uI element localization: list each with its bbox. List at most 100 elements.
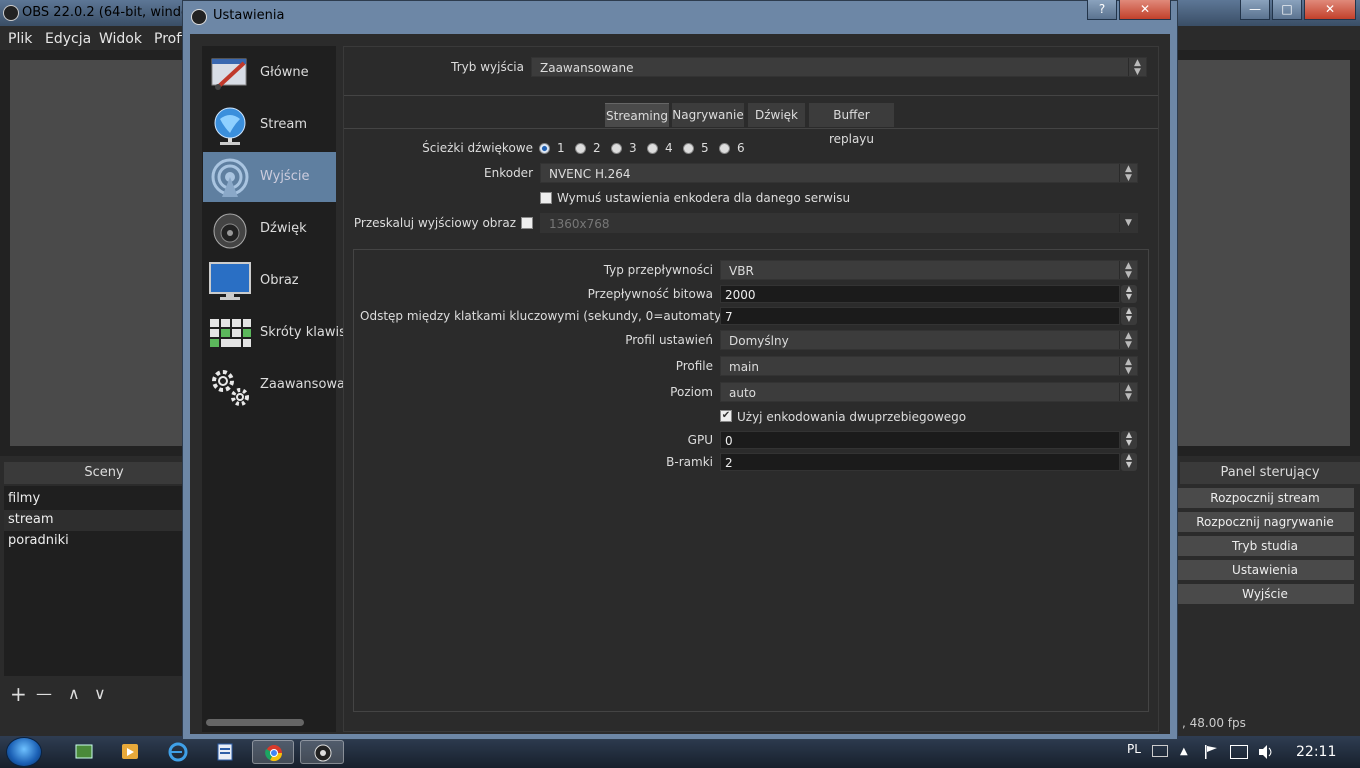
settings-button[interactable]: Ustawienia [1176, 560, 1354, 580]
chevron-updown-icon: ▲ ▼ [1128, 58, 1146, 77]
settings-dialog-title: Ustawienia [213, 8, 285, 23]
chevron-updown-icon: ▲ ▼ [1119, 261, 1137, 280]
bframes-label: B-ramki [666, 455, 713, 469]
enforce-settings-label: Wymuś ustawienia enkodera dla danego ser… [557, 191, 851, 205]
track-radio-5[interactable] [683, 143, 694, 154]
sidebar-label-video: Obraz [260, 273, 299, 288]
exit-label: Wyjście [1242, 587, 1288, 601]
remove-scene-icon[interactable]: — [36, 684, 52, 703]
sidebar-item-video[interactable]: Obraz [203, 256, 336, 306]
chevron-updown-icon: ▲ ▼ [1119, 357, 1137, 376]
rate-control-select[interactable]: VBR ▲ ▼ [720, 260, 1138, 280]
show-hidden-icons-icon[interactable]: ▲ [1180, 746, 1188, 757]
sidebar-item-hotkeys[interactable]: Skróty klawis [203, 308, 346, 358]
sidebar-item-audio[interactable]: Dźwięk [203, 204, 336, 254]
start-button[interactable] [6, 737, 42, 767]
divider [344, 95, 1158, 96]
studio-mode-button[interactable]: Tryb studia [1176, 536, 1354, 556]
profile-select[interactable]: main ▲ ▼ [720, 356, 1138, 376]
sidebar-scrollbar[interactable] [206, 719, 304, 726]
internet-explorer-icon[interactable] [160, 740, 196, 764]
dialog-close-button[interactable]: ✕ [1119, 0, 1171, 20]
track-radio-1[interactable] [539, 143, 550, 154]
menu-file[interactable]: Plik [8, 31, 32, 47]
spin-arrows-icon[interactable]: ▲ ▼ [1121, 307, 1137, 325]
menu-edit[interactable]: Edycja [45, 31, 91, 47]
encoder-label: Enkoder [484, 166, 533, 180]
media-player-icon[interactable] [112, 740, 148, 764]
taskbar-app-icon[interactable] [66, 740, 102, 764]
chevron-updown-icon: ▲ ▼ [1119, 383, 1137, 402]
spin-arrows-icon[interactable]: ▲ ▼ [1121, 431, 1137, 449]
exit-button[interactable]: Wyjście [1176, 584, 1354, 604]
tab-audio[interactable]: Dźwięk [748, 103, 805, 127]
tab-streaming[interactable]: Streaming [605, 103, 669, 127]
clock[interactable]: 22:11 [1296, 744, 1336, 760]
rate-control-label: Typ przepływności [603, 263, 713, 277]
preset-select[interactable]: Domyślny ▲ ▼ [720, 330, 1138, 350]
track-radio-6[interactable] [719, 143, 730, 154]
volume-icon[interactable] [1258, 744, 1276, 760]
keyboard-tray-icon[interactable] [1152, 745, 1168, 757]
start-recording-button[interactable]: Rozpocznij nagrywanie [1176, 512, 1354, 532]
gpu-input[interactable]: 0 ▲ ▼ [720, 431, 1137, 449]
two-pass-label: Użyj enkodowania dwuprzebiegowego [737, 410, 967, 424]
track-radio-2[interactable] [575, 143, 586, 154]
language-indicator[interactable]: PL [1127, 742, 1141, 756]
move-up-icon[interactable]: ∧ [68, 684, 80, 703]
preset-value: Domyślny [729, 334, 789, 348]
start-stream-label: Rozpocznij stream [1210, 491, 1320, 505]
keyframe-input[interactable]: 7 ▲ ▼ [720, 307, 1137, 325]
obs-taskbar-icon[interactable] [300, 740, 344, 764]
sidebar-label-audio: Dźwięk [260, 221, 307, 236]
chevron-updown-icon: ▲ ▼ [1119, 164, 1137, 183]
close-button[interactable]: ✕ [1304, 0, 1356, 20]
maximize-button[interactable]: □ [1272, 0, 1302, 20]
minimize-button[interactable]: — [1240, 0, 1270, 20]
sidebar-item-advanced[interactable]: Zaawansowa [203, 360, 345, 410]
scene-item-stream[interactable]: stream [8, 512, 54, 527]
spin-arrows-icon[interactable]: ▲ ▼ [1121, 453, 1137, 471]
rate-control-value: VBR [729, 264, 754, 278]
enforce-settings-checkbox[interactable] [540, 192, 552, 204]
scene-item-filmy[interactable]: filmy [8, 491, 40, 506]
tab-recording[interactable]: Nagrywanie [672, 103, 744, 127]
rescale-checkbox[interactable] [521, 217, 533, 229]
output-mode-select[interactable]: Zaawansowane ▲ ▼ [531, 57, 1147, 77]
level-select[interactable]: auto ▲ ▼ [720, 382, 1138, 402]
bframes-input[interactable]: 2 ▲ ▼ [720, 453, 1137, 471]
sidebar-label-general: Główne [260, 65, 309, 80]
controls-header: Panel sterujący [1180, 462, 1360, 484]
level-label: Poziom [670, 385, 713, 399]
encoder-value: NVENC H.264 [549, 167, 631, 181]
tab-replay-buffer[interactable]: Buffer replayu [809, 103, 894, 146]
track-label-3: 3 [629, 141, 637, 155]
track-radio-4[interactable] [647, 143, 658, 154]
gpu-label: GPU [687, 433, 713, 447]
help-button[interactable]: ? [1087, 0, 1117, 20]
menu-view[interactable]: Widok [99, 31, 142, 47]
fps-status: , 48.00 fps [1182, 716, 1246, 730]
add-scene-icon[interactable]: + [10, 682, 27, 706]
sidebar-label-advanced: Zaawansowa [260, 377, 346, 392]
start-stream-button[interactable]: Rozpocznij stream [1176, 488, 1354, 508]
word-document-icon[interactable] [207, 740, 243, 764]
move-down-icon[interactable]: ∨ [94, 684, 106, 703]
keyboard-icon [208, 313, 252, 353]
sidebar-item-output[interactable]: Wyjście [203, 152, 336, 202]
spin-arrows-icon[interactable]: ▲ ▼ [1121, 285, 1137, 303]
sidebar-item-general[interactable]: Główne [203, 48, 336, 98]
rescale-select[interactable]: 1360x768 ▼ [540, 213, 1138, 233]
network-icon[interactable] [1230, 745, 1248, 759]
gpu-value: 0 [725, 434, 733, 448]
scene-item-poradniki[interactable]: poradniki [8, 533, 69, 548]
two-pass-checkbox[interactable]: ✔ [720, 410, 732, 422]
profile-value: main [729, 360, 759, 374]
bitrate-input[interactable]: 2000 ▲ ▼ [720, 285, 1137, 303]
action-center-flag-icon[interactable] [1204, 744, 1218, 760]
encoder-select[interactable]: NVENC H.264 ▲ ▼ [540, 163, 1138, 183]
menu-profile[interactable]: Profi [154, 31, 185, 47]
sidebar-item-stream[interactable]: Stream [203, 100, 336, 150]
chrome-icon[interactable] [252, 740, 294, 764]
track-radio-3[interactable] [611, 143, 622, 154]
